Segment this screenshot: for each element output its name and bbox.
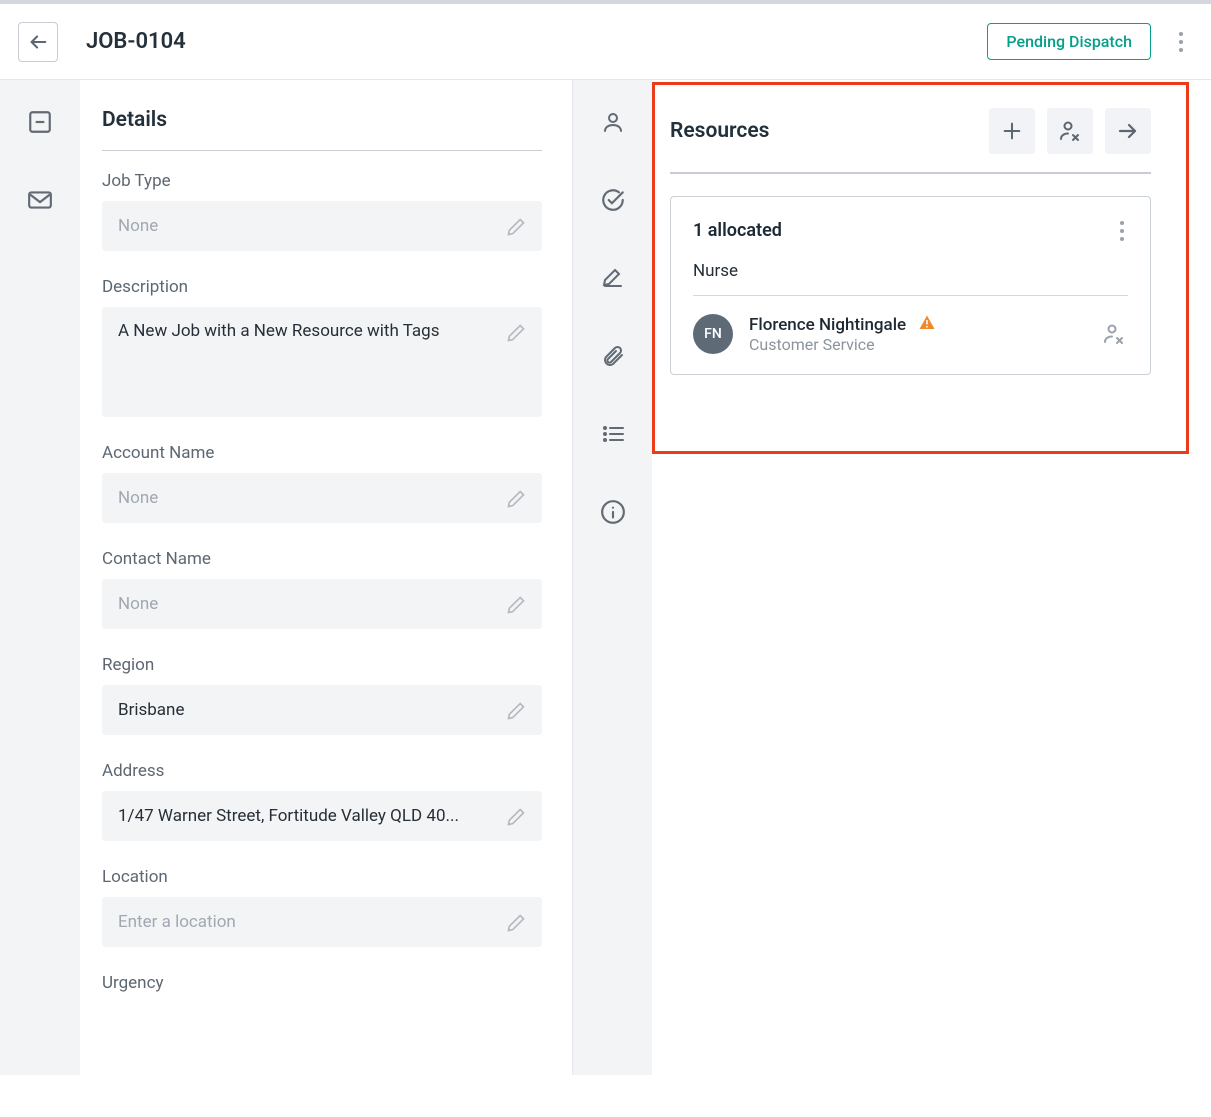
kebab-dot bbox=[1120, 229, 1124, 233]
warning-icon bbox=[918, 314, 936, 332]
plus-icon bbox=[1001, 120, 1023, 142]
field-region: Region Brisbane bbox=[102, 655, 542, 735]
bottom-spacer bbox=[0, 1075, 1211, 1117]
check-circle-icon[interactable] bbox=[599, 186, 627, 214]
attachment-icon[interactable] bbox=[599, 342, 627, 370]
address-input[interactable]: 1/47 Warner Street, Fortitude Valley QLD… bbox=[102, 791, 542, 841]
field-description: Description A New Job with a New Resourc… bbox=[102, 277, 542, 417]
job-type-input[interactable]: None bbox=[102, 201, 542, 251]
person-icon[interactable] bbox=[599, 108, 627, 136]
account-name-input[interactable]: None bbox=[102, 473, 542, 523]
allocation-card: 1 allocated Nurse FN Florence Nightingal… bbox=[670, 196, 1151, 375]
page-title: JOB-0104 bbox=[86, 29, 186, 54]
resources-header: Resources bbox=[670, 108, 1151, 154]
pencil-icon[interactable] bbox=[504, 487, 528, 511]
field-job-type: Job Type None bbox=[102, 171, 542, 251]
expand-panel-button[interactable] bbox=[1105, 108, 1151, 154]
edit-icon[interactable] bbox=[599, 264, 627, 292]
resource-row[interactable]: FN Florence Nightingale Customer Service bbox=[693, 314, 1128, 354]
arrow-left-icon bbox=[27, 31, 49, 53]
description-input[interactable]: A New Job with a New Resource with Tags bbox=[102, 307, 542, 417]
resources-panel: Resources 1 allocated Nurse bbox=[652, 80, 1169, 375]
field-account-name: Account Name None bbox=[102, 443, 542, 523]
field-address: Address 1/47 Warner Street, Fortitude Va… bbox=[102, 761, 542, 841]
back-button[interactable] bbox=[18, 22, 58, 62]
pencil-icon[interactable] bbox=[504, 805, 528, 829]
page-header: JOB-0104 Pending Dispatch bbox=[0, 4, 1211, 80]
mail-icon[interactable] bbox=[26, 186, 54, 214]
kebab-dot bbox=[1120, 221, 1124, 225]
person-remove-icon bbox=[1058, 119, 1082, 143]
resources-heading: Resources bbox=[670, 119, 977, 143]
kebab-dot bbox=[1179, 48, 1183, 52]
account-name-value: None bbox=[118, 488, 158, 508]
kebab-dot bbox=[1120, 237, 1124, 241]
kebab-dot bbox=[1179, 40, 1183, 44]
location-label: Location bbox=[102, 867, 542, 887]
field-location: Location Enter a location bbox=[102, 867, 542, 947]
add-resource-button[interactable] bbox=[989, 108, 1035, 154]
resource-name: Florence Nightingale bbox=[749, 315, 906, 335]
field-contact-name: Contact Name None bbox=[102, 549, 542, 629]
resource-subtitle: Customer Service bbox=[749, 335, 936, 354]
avatar: FN bbox=[693, 314, 733, 354]
address-label: Address bbox=[102, 761, 542, 781]
mid-rail bbox=[572, 80, 652, 1075]
allocation-separator bbox=[693, 295, 1128, 296]
allocation-role: Nurse bbox=[693, 261, 1128, 281]
details-scroll[interactable]: Job Type None Description A New Job with… bbox=[102, 171, 582, 1071]
contact-name-input[interactable]: None bbox=[102, 579, 542, 629]
location-input[interactable]: Enter a location bbox=[102, 897, 542, 947]
location-value: Enter a location bbox=[118, 912, 236, 932]
details-heading: Details bbox=[102, 108, 542, 151]
status-badge[interactable]: Pending Dispatch bbox=[987, 23, 1151, 60]
address-value: 1/47 Warner Street, Fortitude Valley QLD… bbox=[118, 806, 459, 826]
header-more-button[interactable] bbox=[1169, 24, 1193, 60]
description-value: A New Job with a New Resource with Tags bbox=[118, 321, 439, 341]
remove-resource-button[interactable] bbox=[1047, 108, 1093, 154]
job-type-label: Job Type bbox=[102, 171, 542, 191]
person-remove-icon bbox=[1102, 322, 1126, 346]
job-type-value: None bbox=[118, 216, 158, 236]
pencil-icon[interactable] bbox=[504, 911, 528, 935]
description-label: Description bbox=[102, 277, 542, 297]
contact-name-value: None bbox=[118, 594, 158, 614]
details-panel: Details Job Type None Description A New … bbox=[80, 80, 572, 1075]
arrow-right-icon bbox=[1116, 119, 1140, 143]
field-urgency: Urgency bbox=[102, 973, 542, 993]
region-value: Brisbane bbox=[118, 700, 184, 720]
resource-remove-button[interactable] bbox=[1100, 320, 1128, 348]
region-input[interactable]: Brisbane bbox=[102, 685, 542, 735]
left-rail bbox=[0, 80, 80, 1075]
region-label: Region bbox=[102, 655, 542, 675]
urgency-label: Urgency bbox=[102, 973, 542, 993]
pencil-icon[interactable] bbox=[504, 699, 528, 723]
pencil-icon[interactable] bbox=[504, 593, 528, 617]
allocation-count-label: 1 allocated bbox=[693, 220, 1116, 241]
resources-divider bbox=[670, 172, 1151, 174]
account-name-label: Account Name bbox=[102, 443, 542, 463]
info-icon[interactable] bbox=[599, 498, 627, 526]
list-icon[interactable] bbox=[599, 420, 627, 448]
pencil-icon[interactable] bbox=[504, 215, 528, 239]
contact-name-label: Contact Name bbox=[102, 549, 542, 569]
details-icon[interactable] bbox=[26, 108, 54, 136]
allocation-more-button[interactable] bbox=[1116, 217, 1128, 245]
pencil-icon[interactable] bbox=[504, 321, 528, 345]
kebab-dot bbox=[1179, 32, 1183, 36]
